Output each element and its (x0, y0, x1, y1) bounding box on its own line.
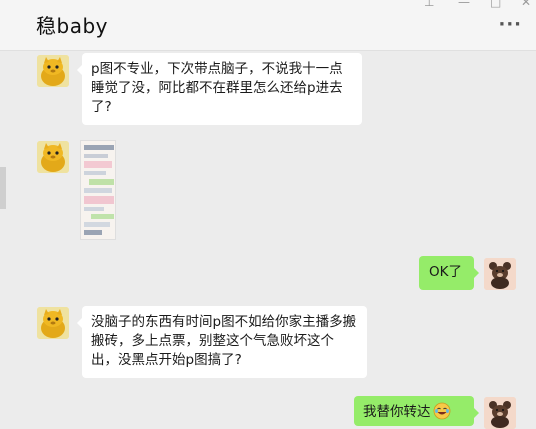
close-icon[interactable]: ✕ (521, 0, 531, 8)
message-list[interactable]: p图不专业，下次带点脑子，不说我十一点睡觉了没，阿比都不在群里怎么还给p进去了? (0, 51, 536, 429)
contact-avatar[interactable] (37, 307, 69, 339)
chat-header: 稳baby ⊥ — □ ✕ ··· (0, 0, 536, 51)
user-avatar[interactable] (484, 258, 516, 290)
maximize-icon[interactable]: □ (490, 0, 501, 8)
bear-avatar-icon (484, 258, 516, 290)
yellow-plush-avatar-icon (37, 55, 69, 87)
message-text: 我替你转达 (363, 404, 431, 420)
user-avatar[interactable] (484, 397, 516, 429)
contact-avatar[interactable] (37, 141, 69, 173)
image-message-thumbnail[interactable] (80, 140, 116, 240)
chat-screenshot-image (81, 141, 115, 239)
pin-icon[interactable]: ⊥ (424, 0, 434, 8)
minimize-icon[interactable]: — (458, 0, 470, 8)
message-bubble-incoming[interactable]: 没脑子的东西有时间p图不如给你家主播多搬搬砖，多上点票，别整这个气急败坏这个出，… (77, 306, 367, 378)
message-bubble-outgoing[interactable]: OK了 (419, 256, 479, 290)
contact-avatar[interactable] (37, 55, 69, 87)
yellow-plush-avatar-icon (37, 141, 69, 173)
laugh-cry-emoji-icon (433, 402, 451, 420)
yellow-plush-avatar-icon (37, 307, 69, 339)
bear-avatar-icon (484, 397, 516, 429)
more-options-button[interactable]: ··· (498, 16, 522, 34)
message-bubble-incoming[interactable]: p图不专业，下次带点脑子，不说我十一点睡觉了没，阿比都不在群里怎么还给p进去了? (77, 53, 362, 125)
scrollbar-thumb[interactable] (0, 167, 6, 209)
chat-title: 稳baby (36, 14, 108, 38)
